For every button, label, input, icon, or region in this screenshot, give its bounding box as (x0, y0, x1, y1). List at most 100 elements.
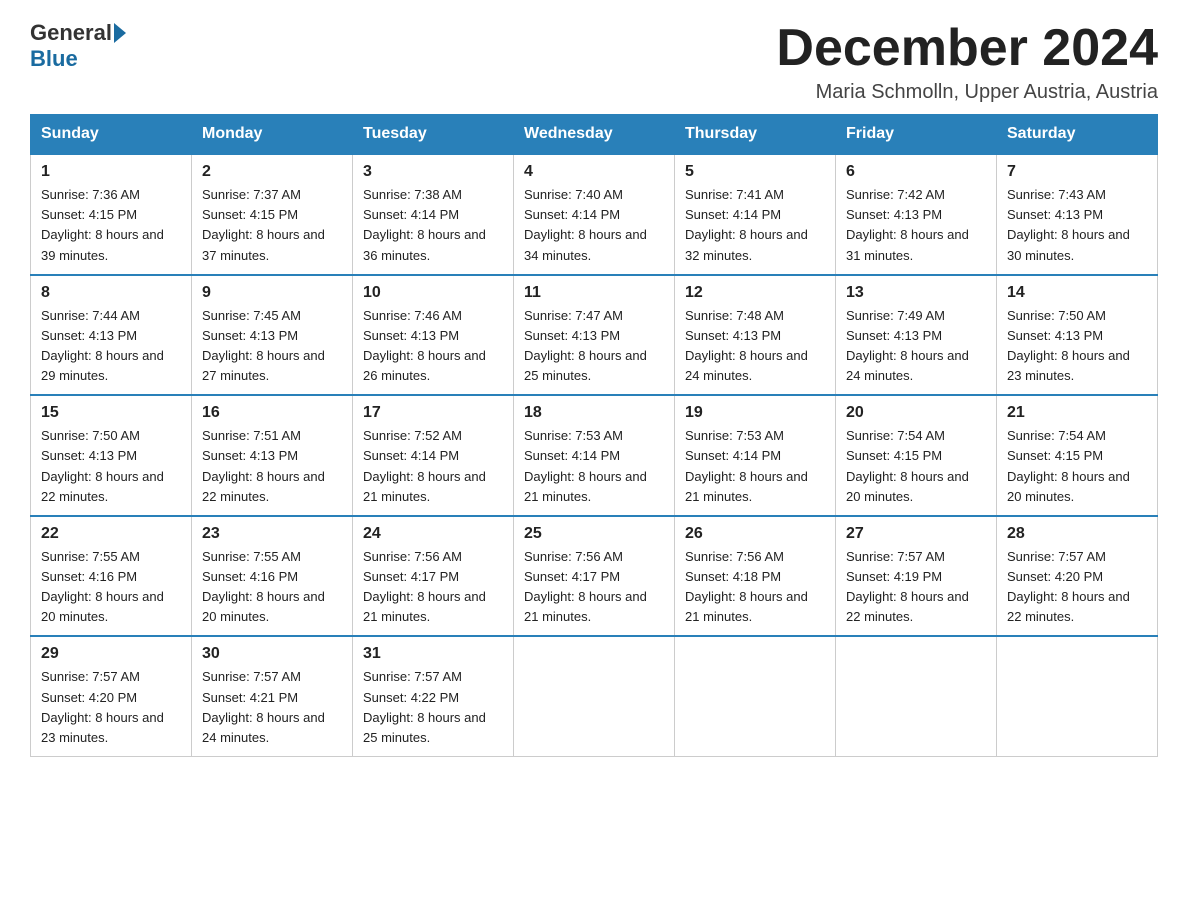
day-number: 27 (846, 525, 986, 543)
day-info: Sunrise: 7:36 AMSunset: 4:15 PMDaylight:… (41, 185, 181, 266)
day-info: Sunrise: 7:46 AMSunset: 4:13 PMDaylight:… (363, 306, 503, 387)
day-number: 31 (363, 645, 503, 663)
day-info: Sunrise: 7:49 AMSunset: 4:13 PMDaylight:… (846, 306, 986, 387)
day-number: 18 (524, 404, 664, 422)
day-number: 11 (524, 284, 664, 302)
day-info: Sunrise: 7:50 AMSunset: 4:13 PMDaylight:… (1007, 306, 1147, 387)
day-number: 16 (202, 404, 342, 422)
calendar-cell: 14 Sunrise: 7:50 AMSunset: 4:13 PMDayligh… (997, 275, 1158, 396)
calendar-cell: 7 Sunrise: 7:43 AMSunset: 4:13 PMDaylight… (997, 154, 1158, 275)
day-number: 9 (202, 284, 342, 302)
day-info: Sunrise: 7:47 AMSunset: 4:13 PMDaylight:… (524, 306, 664, 387)
calendar-cell: 18 Sunrise: 7:53 AMSunset: 4:14 PMDayligh… (514, 395, 675, 516)
calendar-cell: 22 Sunrise: 7:55 AMSunset: 4:16 PMDayligh… (31, 516, 192, 637)
day-number: 22 (41, 525, 181, 543)
day-number: 30 (202, 645, 342, 663)
day-info: Sunrise: 7:43 AMSunset: 4:13 PMDaylight:… (1007, 185, 1147, 266)
month-title: December 2024 (776, 20, 1158, 77)
day-number: 24 (363, 525, 503, 543)
day-info: Sunrise: 7:57 AMSunset: 4:20 PMDaylight:… (1007, 547, 1147, 628)
calendar-table: SundayMondayTuesdayWednesdayThursdayFrid… (30, 114, 1158, 757)
calendar-cell: 12Sunrise: 7:48 AMSunset: 4:13 PMDayligh… (675, 275, 836, 396)
page-header: General Blue December 2024 Maria Schmoll… (30, 20, 1158, 104)
day-info: Sunrise: 7:56 AMSunset: 4:17 PMDaylight:… (363, 547, 503, 628)
day-number: 29 (41, 645, 181, 663)
calendar-cell: 30Sunrise: 7:57 AMSunset: 4:21 PMDayligh… (192, 636, 353, 756)
day-info: Sunrise: 7:56 AMSunset: 4:18 PMDaylight:… (685, 547, 825, 628)
day-number: 26 (685, 525, 825, 543)
day-number: 1 (41, 163, 181, 181)
day-info: Sunrise: 7:52 AMSunset: 4:14 PMDaylight:… (363, 426, 503, 507)
day-number: 20 (846, 404, 986, 422)
day-info: Sunrise: 7:57 AMSunset: 4:19 PMDaylight:… (846, 547, 986, 628)
calendar-cell: 3 Sunrise: 7:38 AMSunset: 4:14 PMDaylight… (353, 154, 514, 275)
day-number: 12 (685, 284, 825, 302)
calendar-cell: 16 Sunrise: 7:51 AMSunset: 4:13 PMDayligh… (192, 395, 353, 516)
day-info: Sunrise: 7:50 AMSunset: 4:13 PMDaylight:… (41, 426, 181, 507)
day-number: 19 (685, 404, 825, 422)
day-number: 3 (363, 163, 503, 181)
weekday-header-monday: Monday (192, 115, 353, 155)
calendar-week-row: 8 Sunrise: 7:44 AMSunset: 4:13 PMDaylight… (31, 275, 1158, 396)
day-number: 10 (363, 284, 503, 302)
calendar-cell: 2Sunrise: 7:37 AMSunset: 4:15 PMDaylight… (192, 154, 353, 275)
calendar-cell: 27 Sunrise: 7:57 AMSunset: 4:19 PMDayligh… (836, 516, 997, 637)
weekday-header-tuesday: Tuesday (353, 115, 514, 155)
calendar-cell: 28Sunrise: 7:57 AMSunset: 4:20 PMDayligh… (997, 516, 1158, 637)
weekday-header-sunday: Sunday (31, 115, 192, 155)
day-info: Sunrise: 7:38 AMSunset: 4:14 PMDaylight:… (363, 185, 503, 266)
calendar-cell: 31 Sunrise: 7:57 AMSunset: 4:22 PMDayligh… (353, 636, 514, 756)
day-info: Sunrise: 7:54 AMSunset: 4:15 PMDaylight:… (846, 426, 986, 507)
logo-general-text: General (30, 20, 112, 46)
logo-blue-text: Blue (30, 46, 78, 72)
calendar-cell: 21 Sunrise: 7:54 AMSunset: 4:15 PMDayligh… (997, 395, 1158, 516)
weekday-header-thursday: Thursday (675, 115, 836, 155)
day-info: Sunrise: 7:41 AMSunset: 4:14 PMDaylight:… (685, 185, 825, 266)
day-info: Sunrise: 7:40 AMSunset: 4:14 PMDaylight:… (524, 185, 664, 266)
day-number: 7 (1007, 163, 1147, 181)
day-number: 17 (363, 404, 503, 422)
day-number: 21 (1007, 404, 1147, 422)
calendar-cell: 20 Sunrise: 7:54 AMSunset: 4:15 PMDayligh… (836, 395, 997, 516)
day-info: Sunrise: 7:55 AMSunset: 4:16 PMDaylight:… (202, 547, 342, 628)
calendar-cell: 1 Sunrise: 7:36 AMSunset: 4:15 PMDaylight… (31, 154, 192, 275)
day-info: Sunrise: 7:44 AMSunset: 4:13 PMDaylight:… (41, 306, 181, 387)
weekday-header-row: SundayMondayTuesdayWednesdayThursdayFrid… (31, 115, 1158, 155)
calendar-cell: 23Sunrise: 7:55 AMSunset: 4:16 PMDayligh… (192, 516, 353, 637)
day-info: Sunrise: 7:55 AMSunset: 4:16 PMDaylight:… (41, 547, 181, 628)
day-info: Sunrise: 7:53 AMSunset: 4:14 PMDaylight:… (524, 426, 664, 507)
calendar-cell: 19 Sunrise: 7:53 AMSunset: 4:14 PMDayligh… (675, 395, 836, 516)
day-number: 15 (41, 404, 181, 422)
calendar-cell: 9 Sunrise: 7:45 AMSunset: 4:13 PMDaylight… (192, 275, 353, 396)
day-number: 4 (524, 163, 664, 181)
calendar-week-row: 1 Sunrise: 7:36 AMSunset: 4:15 PMDaylight… (31, 154, 1158, 275)
day-info: Sunrise: 7:45 AMSunset: 4:13 PMDaylight:… (202, 306, 342, 387)
day-number: 13 (846, 284, 986, 302)
location-text: Maria Schmolln, Upper Austria, Austria (776, 81, 1158, 104)
logo-arrow-icon (114, 23, 126, 43)
day-info: Sunrise: 7:57 AMSunset: 4:22 PMDaylight:… (363, 667, 503, 748)
day-info: Sunrise: 7:54 AMSunset: 4:15 PMDaylight:… (1007, 426, 1147, 507)
day-info: Sunrise: 7:37 AMSunset: 4:15 PMDaylight:… (202, 185, 342, 266)
day-info: Sunrise: 7:42 AMSunset: 4:13 PMDaylight:… (846, 185, 986, 266)
calendar-cell: 29Sunrise: 7:57 AMSunset: 4:20 PMDayligh… (31, 636, 192, 756)
weekday-header-saturday: Saturday (997, 115, 1158, 155)
calendar-cell: 17 Sunrise: 7:52 AMSunset: 4:14 PMDayligh… (353, 395, 514, 516)
calendar-cell (836, 636, 997, 756)
calendar-cell (514, 636, 675, 756)
calendar-cell: 10 Sunrise: 7:46 AMSunset: 4:13 PMDayligh… (353, 275, 514, 396)
calendar-cell: 15 Sunrise: 7:50 AMSunset: 4:13 PMDayligh… (31, 395, 192, 516)
weekday-header-wednesday: Wednesday (514, 115, 675, 155)
day-number: 25 (524, 525, 664, 543)
day-number: 8 (41, 284, 181, 302)
calendar-cell (675, 636, 836, 756)
calendar-cell: 8 Sunrise: 7:44 AMSunset: 4:13 PMDaylight… (31, 275, 192, 396)
day-info: Sunrise: 7:53 AMSunset: 4:14 PMDaylight:… (685, 426, 825, 507)
title-section: December 2024 Maria Schmolln, Upper Aust… (776, 20, 1158, 104)
calendar-cell (997, 636, 1158, 756)
calendar-week-row: 15 Sunrise: 7:50 AMSunset: 4:13 PMDayligh… (31, 395, 1158, 516)
calendar-cell: 5Sunrise: 7:41 AMSunset: 4:14 PMDaylight… (675, 154, 836, 275)
day-number: 14 (1007, 284, 1147, 302)
day-info: Sunrise: 7:51 AMSunset: 4:13 PMDaylight:… (202, 426, 342, 507)
logo: General Blue (30, 20, 128, 72)
